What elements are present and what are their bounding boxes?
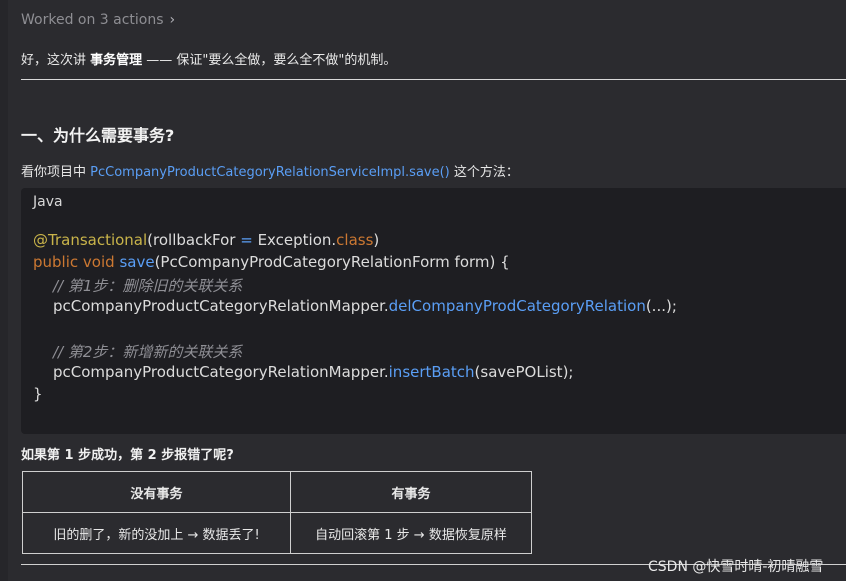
code-line-insert-call: pcCompanyProductCategoryRelationMapper.i… (53, 363, 574, 381)
code-line-comment-1: // 第1步：删除旧的关联关系 (53, 277, 243, 295)
intro-bold: 事务管理 (90, 53, 143, 68)
table-cell: 旧的删了，新的没加上 → 数据丢了! (22, 512, 291, 554)
code-language-label: Java (33, 194, 63, 210)
worked-on-actions-toggle[interactable]: Worked on 3 actions › (21, 12, 175, 28)
method-link[interactable]: PcCompanyProductCategoryRelationServiceI… (90, 165, 450, 180)
worked-label: Worked on 3 actions (21, 12, 164, 28)
chevron-right-icon: › (169, 12, 176, 28)
table-cell: 自动回滚第 1 步 → 数据恢复原样 (290, 512, 532, 554)
code-line-close: } (33, 385, 43, 403)
table-header-row: 没有事务 有事务 (22, 471, 532, 513)
question-text: 如果第 1 步成功，第 2 步报错了呢? (21, 448, 234, 463)
table-row: 旧的删了，新的没加上 → 数据丢了! 自动回滚第 1 步 → 数据恢复原样 (22, 512, 532, 554)
divider (21, 79, 846, 80)
code-block: Java @Transactional(rollbackFor = Except… (21, 188, 846, 434)
watermark: CSDN @快雪时晴-初晴融雪 (648, 559, 824, 575)
left-gutter (0, 0, 8, 581)
intro-text: 好，这次讲 事务管理 —— 保证"要么全做，要么全不做"的机制。 (21, 53, 397, 68)
table-header: 没有事务 (22, 471, 291, 513)
method-paragraph: 看你项目中 PcCompanyProductCategoryRelationSe… (21, 165, 519, 180)
section-heading: 一、为什么需要事务? (21, 126, 175, 145)
code-line-comment-2: // 第2步：新增新的关联关系 (53, 343, 243, 361)
code-line-signature: public void save(PcCompanyProdCategoryRe… (33, 253, 510, 271)
table-header: 有事务 (290, 471, 532, 513)
code-line-annotation: @Transactional(rollbackFor = Exception.c… (33, 231, 380, 249)
comparison-table: 没有事务 有事务 旧的删了，新的没加上 → 数据丢了! 自动回滚第 1 步 → … (22, 471, 532, 554)
code-line-delete-call: pcCompanyProductCategoryRelationMapper.d… (53, 297, 677, 315)
